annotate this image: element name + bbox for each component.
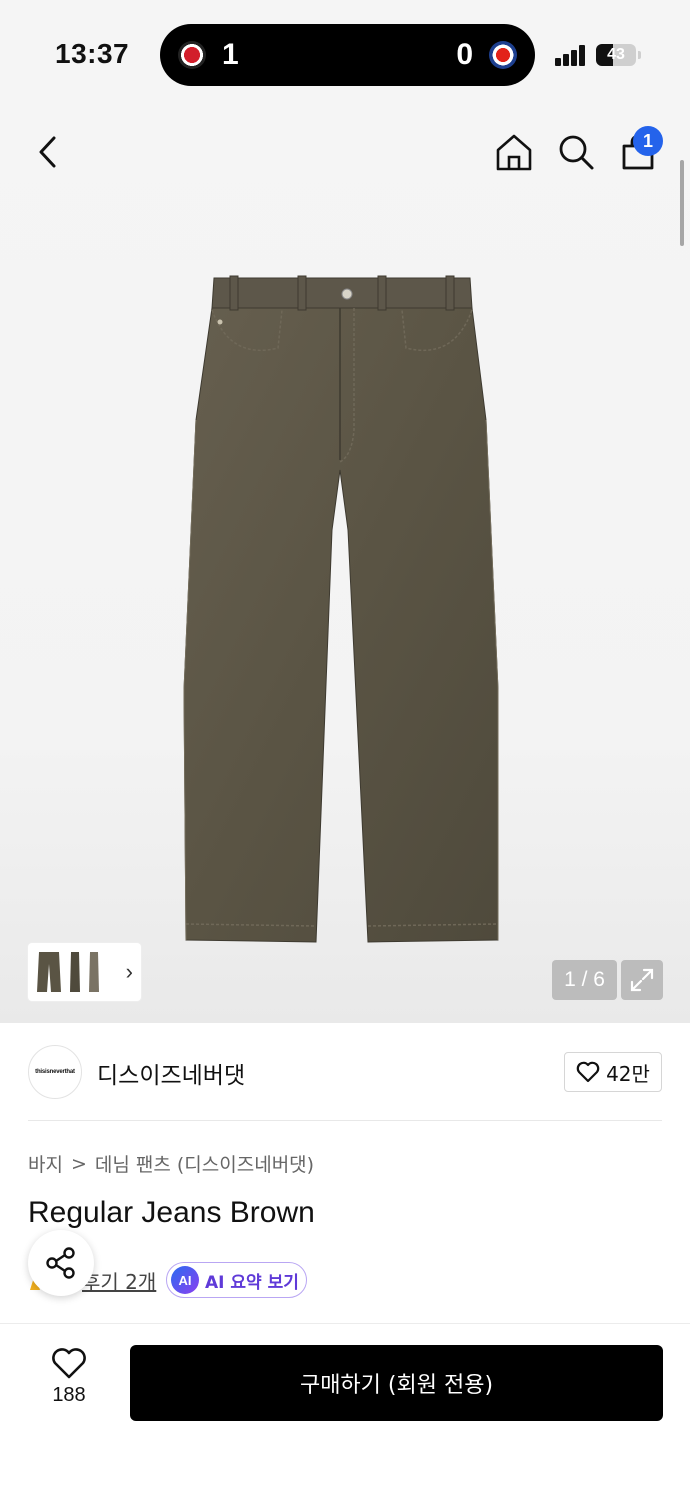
battery-percent: 43 (607, 46, 625, 63)
product-title: Regular Jeans Brown (28, 1196, 315, 1229)
score-home: 1 (222, 38, 239, 71)
breadcrumb-separator: > (70, 1152, 87, 1175)
product-image (183, 275, 499, 943)
live-activity-score[interactable]: 1 0 (160, 24, 535, 86)
brand-like-count: 42만 (606, 1061, 650, 1086)
thumbnail-back (89, 952, 99, 992)
wishlist-button[interactable]: 188 (36, 1348, 102, 1418)
battery-icon: 43 (596, 44, 636, 66)
thumbnail-side (70, 952, 80, 992)
search-button[interactable] (552, 128, 600, 176)
buy-button[interactable]: 구매하기 (회원 전용) (130, 1345, 663, 1421)
ai-badge-icon: AI (171, 1266, 199, 1294)
cart-count-badge: 1 (633, 126, 663, 156)
heart-icon (52, 1348, 86, 1379)
bottom-bar-divider (0, 1323, 690, 1324)
wishlist-count: 188 (52, 1384, 86, 1406)
breadcrumb: 바지 > 데님 팬츠 (디스이즈네버댓) (28, 1150, 314, 1177)
brand-name[interactable]: 디스이즈네버댓 (97, 1056, 245, 1090)
status-bar: 13:37 1 0 43 (0, 0, 690, 100)
home-icon (496, 134, 532, 171)
expand-icon (630, 968, 654, 992)
status-time: 13:37 (55, 38, 130, 69)
product-gallery[interactable]: 1 › 1 / 6 (0, 100, 690, 1023)
cellular-signal-icon (555, 44, 587, 66)
share-button[interactable] (28, 1230, 94, 1296)
brand-like-button[interactable]: 42만 (564, 1052, 662, 1092)
breadcrumb-subcategory[interactable]: 데님 팬츠 (디스이즈네버댓) (95, 1150, 314, 1177)
search-icon (559, 135, 594, 170)
thumbnail-front (37, 952, 61, 992)
share-icon (46, 1247, 75, 1279)
team-logo-away-icon (489, 41, 517, 69)
brand-row[interactable]: thisisneverthat 디스이즈네버댓 42만 (0, 1023, 690, 1121)
chevron-left-icon (39, 136, 56, 168)
battery-tip (638, 51, 641, 59)
ai-summary-button[interactable]: AI AI 요약 보기 (166, 1262, 307, 1298)
ai-summary-label: AI 요약 보기 (205, 1272, 299, 1293)
chevron-right-icon: › (125, 959, 133, 984)
fullscreen-button[interactable] (621, 960, 663, 1000)
heart-icon (576, 1061, 600, 1083)
back-button[interactable] (24, 128, 72, 176)
thumbnail-strip[interactable]: › (28, 943, 141, 1001)
breadcrumb-category[interactable]: 바지 (28, 1150, 63, 1177)
team-logo-home-icon (178, 41, 206, 69)
brand-logo[interactable]: thisisneverthat (28, 1045, 82, 1099)
divider (28, 1120, 662, 1121)
image-counter: 1 / 6 (552, 960, 617, 1000)
scrollbar[interactable] (680, 160, 684, 246)
score-away: 0 (456, 38, 473, 71)
home-button[interactable] (490, 128, 538, 176)
